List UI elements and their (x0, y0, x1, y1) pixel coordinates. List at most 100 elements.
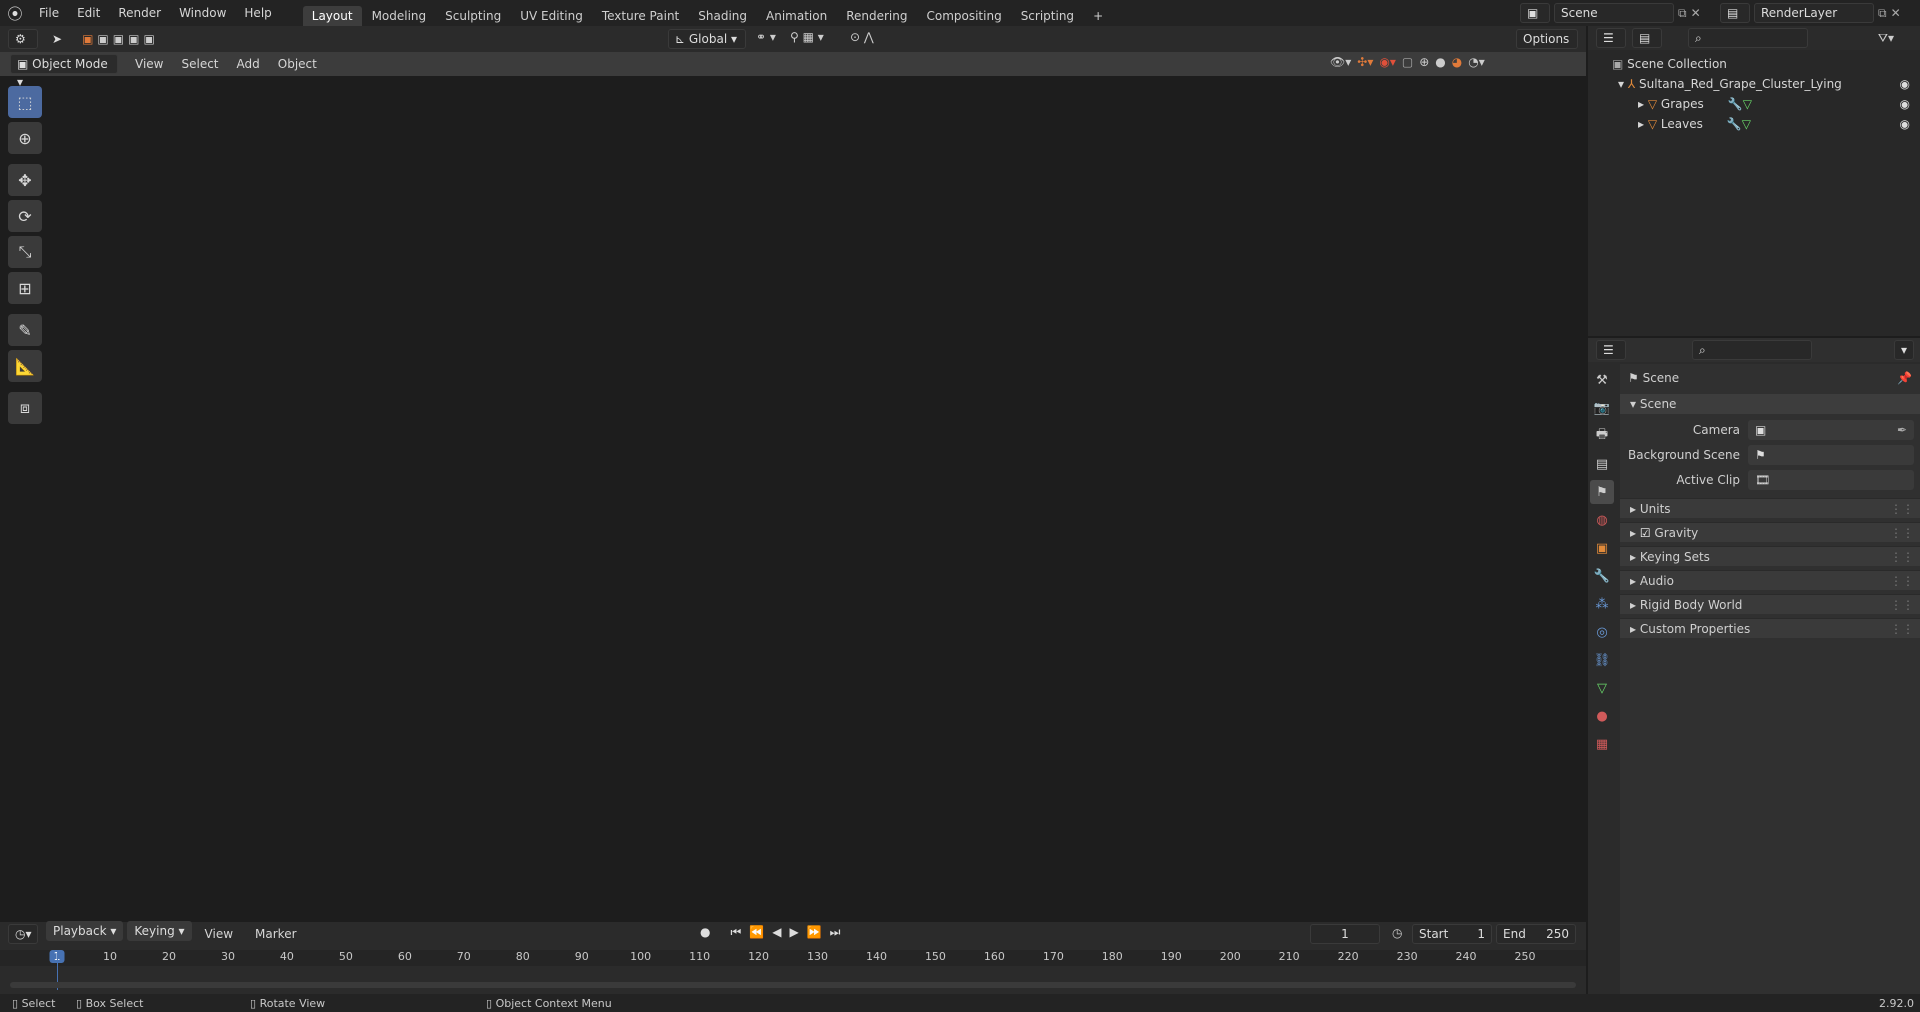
select-mode-intersect-icon[interactable]: ▣ (143, 32, 154, 46)
properties-search-input[interactable]: ⌕ (1692, 340, 1812, 360)
snap-icon[interactable]: ⚲ ▦ ▾ (790, 30, 824, 44)
render-tab-icon[interactable]: 📷 (1590, 396, 1614, 420)
select-mode-subtract-icon[interactable]: ▣ (113, 32, 124, 46)
3d-viewport[interactable]: User Perspective (1) Scene Collection | … (0, 52, 1586, 920)
object-tab-icon[interactable]: ▣ (1590, 536, 1614, 560)
timeline-menu-marker[interactable]: Marker (246, 921, 305, 947)
preview-range-icon[interactable]: ◷ (1392, 926, 1402, 940)
timeline-menu-playback[interactable]: Playback ▾ (46, 921, 124, 941)
move-tool-icon[interactable]: ✥ (8, 164, 42, 196)
select-mode-extend-icon[interactable]: ▣ (97, 32, 108, 46)
shading-solid-icon[interactable]: ● (1435, 55, 1445, 69)
play-icon[interactable]: ▶ (789, 925, 798, 940)
tab-scripting[interactable]: Scripting (1012, 6, 1083, 26)
select-mode-invert-icon[interactable]: ▣ (128, 32, 139, 46)
measure-tool-icon[interactable]: 📐 (8, 350, 42, 382)
menu-render[interactable]: Render (109, 0, 170, 26)
physics-tab-icon[interactable]: ◎ (1590, 620, 1614, 644)
transform-tool-icon[interactable]: ⊞ (8, 272, 42, 304)
menu-help[interactable]: Help (235, 0, 280, 26)
texture-tab-icon[interactable]: ▦ (1590, 732, 1614, 756)
outliner-item-grapes[interactable]: ▸ ▽ Grapes 🔧▽ ◉ (1588, 94, 1918, 114)
jump-keyframe-back-icon[interactable]: ⏪ (749, 925, 764, 940)
current-frame-field[interactable]: 1 (1310, 924, 1380, 944)
subpanel-units[interactable]: ▸ Units ⋮⋮ (1620, 498, 1920, 518)
menu-edit[interactable]: Edit (68, 0, 109, 26)
visibility-eye-icon[interactable]: ◉ (1900, 94, 1910, 114)
annotate-tool-icon[interactable]: ✎ (8, 314, 42, 346)
outliner-item-leaves[interactable]: ▸ ▽ Leaves 🔧▽ ◉ (1588, 114, 1918, 134)
drag-handle-icon[interactable]: ⋮⋮ (1890, 499, 1914, 519)
filter-icon[interactable]: ⛛▾ (1878, 31, 1894, 46)
view-layer-field[interactable]: RenderLayer (1754, 3, 1874, 23)
3d-cursor-icon[interactable] (696, 657, 716, 677)
drag-handle-icon[interactable]: ⋮⋮ (1890, 547, 1914, 567)
view-layer-browse-icon[interactable]: ▤ (1720, 3, 1750, 23)
tab-uv-editing[interactable]: UV Editing (511, 6, 592, 26)
play-reverse-icon[interactable]: ◀ (772, 925, 781, 940)
new-view-layer-icon[interactable]: ⧉ (1878, 6, 1887, 21)
subpanel-gravity[interactable]: ▸ ☑ Gravity ⋮⋮ (1620, 522, 1920, 542)
end-frame-field[interactable]: End 250 (1496, 924, 1576, 944)
constraints-tab-icon[interactable]: ⛓ (1590, 648, 1614, 672)
editor-type-icon[interactable]: ⚙ (8, 29, 38, 49)
scene-browse-icon[interactable]: ▣ (1520, 3, 1550, 23)
add-workspace-button[interactable]: + (1084, 6, 1112, 26)
drag-handle-icon[interactable]: ⋮⋮ (1890, 571, 1914, 591)
timeline-menu-keying[interactable]: Keying ▾ (127, 921, 192, 941)
pivot-point-icon[interactable]: ⚭ ▾ (756, 30, 776, 44)
start-frame-field[interactable]: Start 1 (1412, 924, 1492, 944)
add-cube-tool-icon[interactable]: ⧈ (8, 392, 42, 424)
shading-wireframe-icon[interactable]: ⊕ (1419, 55, 1429, 69)
tab-sculpting[interactable]: Sculpting (436, 6, 510, 26)
jump-start-icon[interactable]: ⏮ (730, 925, 741, 940)
outliner-scene-collection[interactable]: ▣ Scene Collection (1588, 54, 1918, 74)
scene-panel-header[interactable]: ▾ Scene (1620, 394, 1920, 414)
pan-hand-icon[interactable]: ✋ (1548, 194, 1567, 212)
object-mode-dropdown[interactable]: ▣ Object Mode ▾ (10, 54, 118, 89)
outliner-search-input[interactable]: ⌕ (1688, 28, 1808, 48)
cursor-tool-icon[interactable]: ⊕ (8, 122, 42, 154)
visibility-eye-icon[interactable]: ◉ (1900, 74, 1910, 94)
delete-view-layer-icon[interactable]: ✕ (1891, 6, 1901, 20)
tool-tab-icon[interactable]: ⚒ (1590, 368, 1614, 392)
subpanel-custom-properties[interactable]: ▸ Custom Properties ⋮⋮ (1620, 618, 1920, 638)
proportional-edit-icon[interactable]: ⊙ ⋀ (850, 30, 874, 44)
rotate-tool-icon[interactable]: ⟳ (8, 200, 42, 232)
material-tab-icon[interactable]: ● (1590, 704, 1614, 728)
viewport-menu-view[interactable]: View (126, 51, 172, 77)
timeline-scrollbar[interactable] (10, 982, 1576, 988)
outliner-editor-icon[interactable]: ☰ (1596, 28, 1626, 48)
tab-rendering[interactable]: Rendering (837, 6, 916, 26)
data-tab-icon[interactable]: ▽ (1590, 676, 1614, 700)
tab-modeling[interactable]: Modeling (363, 6, 436, 26)
zoom-icon[interactable]: ⌕ (1548, 166, 1567, 184)
shading-rendered-icon[interactable]: ◔▾ (1468, 55, 1485, 69)
viewport-menu-object[interactable]: Object (269, 51, 326, 77)
ortho-grid-icon[interactable]: ▦ (1548, 250, 1567, 268)
camera-view-icon[interactable]: 🎥 (1548, 222, 1567, 240)
timeline-menu-view[interactable]: View (196, 921, 242, 947)
view-layer-tab-icon[interactable]: ▤ (1590, 452, 1614, 476)
subpanel-rigid-body-world[interactable]: ▸ Rigid Body World ⋮⋮ (1620, 594, 1920, 614)
viewport-menu-add[interactable]: Add (228, 51, 269, 77)
gravity-checkbox[interactable]: ☑ (1640, 526, 1655, 540)
world-tab-icon[interactable]: ◍ (1590, 508, 1614, 532)
timeline-editor-icon[interactable]: ◷▾ (8, 924, 38, 944)
tab-texture-paint[interactable]: Texture Paint (593, 6, 688, 26)
properties-options-icon[interactable]: ▾ (1894, 340, 1914, 360)
menu-window[interactable]: Window (170, 0, 235, 26)
modifier-tab-icon[interactable]: 🔧 (1590, 564, 1614, 588)
frame-ruler[interactable]: 1102030405060708090100110120130140150160… (0, 950, 1586, 990)
scene-tab-icon[interactable]: ⚑ (1590, 480, 1614, 504)
eyedropper-icon[interactable]: ✒ (1897, 421, 1907, 439)
output-tab-icon[interactable]: 🖶 (1590, 424, 1614, 448)
overlay-toggle-icon[interactable]: ◉▾ (1379, 55, 1396, 69)
transform-orientation-dropdown[interactable]: ⊾ Global ▾ (668, 29, 746, 49)
properties-editor-icon[interactable]: ☰ (1596, 340, 1626, 360)
tab-animation[interactable]: Animation (757, 6, 836, 26)
navigation-gizmo[interactable]: Z Y X (1490, 88, 1576, 173)
record-icon[interactable]: ● (700, 925, 710, 940)
camera-field[interactable]: ▣ ✒ (1748, 420, 1914, 440)
menu-file[interactable]: File (30, 0, 68, 26)
